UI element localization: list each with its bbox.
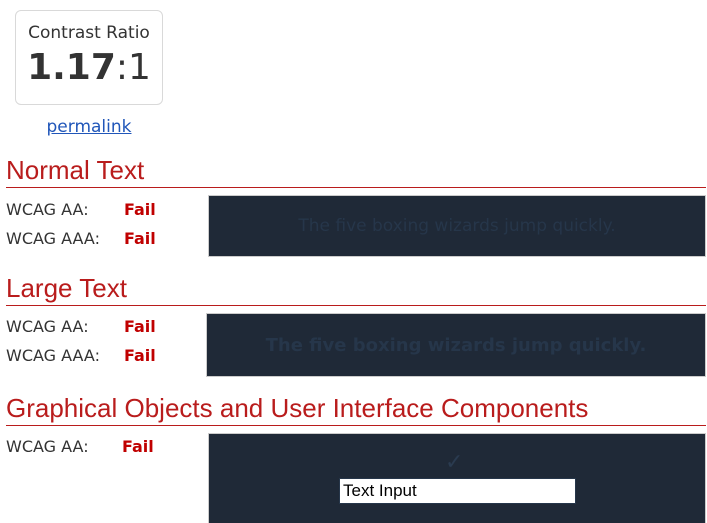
normal-text-divider bbox=[6, 187, 706, 188]
normal-aa-row: WCAG AA: Fail bbox=[6, 200, 156, 219]
normal-sample-text: The five boxing wizards jump quickly. bbox=[298, 216, 616, 236]
graphical-aa-label: WCAG AA: bbox=[6, 437, 89, 456]
graphical-aa-row: WCAG AA: Fail bbox=[6, 437, 154, 456]
large-aaa-row: WCAG AAA: Fail bbox=[6, 346, 156, 365]
graphical-aa-result: Fail bbox=[122, 437, 154, 456]
contrast-ratio-number: 1.17 bbox=[27, 47, 116, 88]
large-aaa-result: Fail bbox=[124, 346, 156, 365]
normal-aaa-label: WCAG AAA: bbox=[6, 229, 100, 248]
large-text-heading: Large Text bbox=[6, 273, 127, 303]
normal-aa-result: Fail bbox=[124, 200, 156, 219]
normal-aaa-result: Fail bbox=[124, 229, 156, 248]
large-aa-label: WCAG AA: bbox=[6, 317, 89, 336]
graphical-objects-heading: Graphical Objects and User Interface Com… bbox=[6, 393, 589, 423]
large-aa-row: WCAG AA: Fail bbox=[6, 317, 156, 336]
contrast-ratio-value: 1.17:1 bbox=[16, 48, 162, 88]
checkmark-icon: ✓ bbox=[445, 450, 464, 475]
large-text-divider bbox=[6, 305, 706, 306]
normal-aaa-row: WCAG AAA: Fail bbox=[6, 229, 156, 248]
text-input[interactable] bbox=[339, 478, 576, 504]
large-sample-text: The five boxing wizards jump quickly. bbox=[265, 334, 647, 356]
contrast-ratio-card: Contrast Ratio 1.17:1 bbox=[15, 10, 163, 105]
large-aaa-label: WCAG AAA: bbox=[6, 346, 100, 365]
large-text-sample: The five boxing wizards jump quickly. bbox=[206, 313, 706, 377]
contrast-ratio-suffix: :1 bbox=[115, 47, 151, 88]
normal-aa-label: WCAG AA: bbox=[6, 200, 89, 219]
normal-text-heading: Normal Text bbox=[6, 155, 145, 185]
normal-text-sample: The five boxing wizards jump quickly. bbox=[208, 195, 706, 257]
graphical-objects-sample: ✓ bbox=[208, 433, 706, 523]
large-aa-result: Fail bbox=[124, 317, 156, 336]
graphical-objects-divider bbox=[6, 425, 706, 426]
contrast-ratio-label: Contrast Ratio bbox=[28, 23, 150, 43]
permalink-link[interactable]: permalink bbox=[15, 117, 163, 137]
